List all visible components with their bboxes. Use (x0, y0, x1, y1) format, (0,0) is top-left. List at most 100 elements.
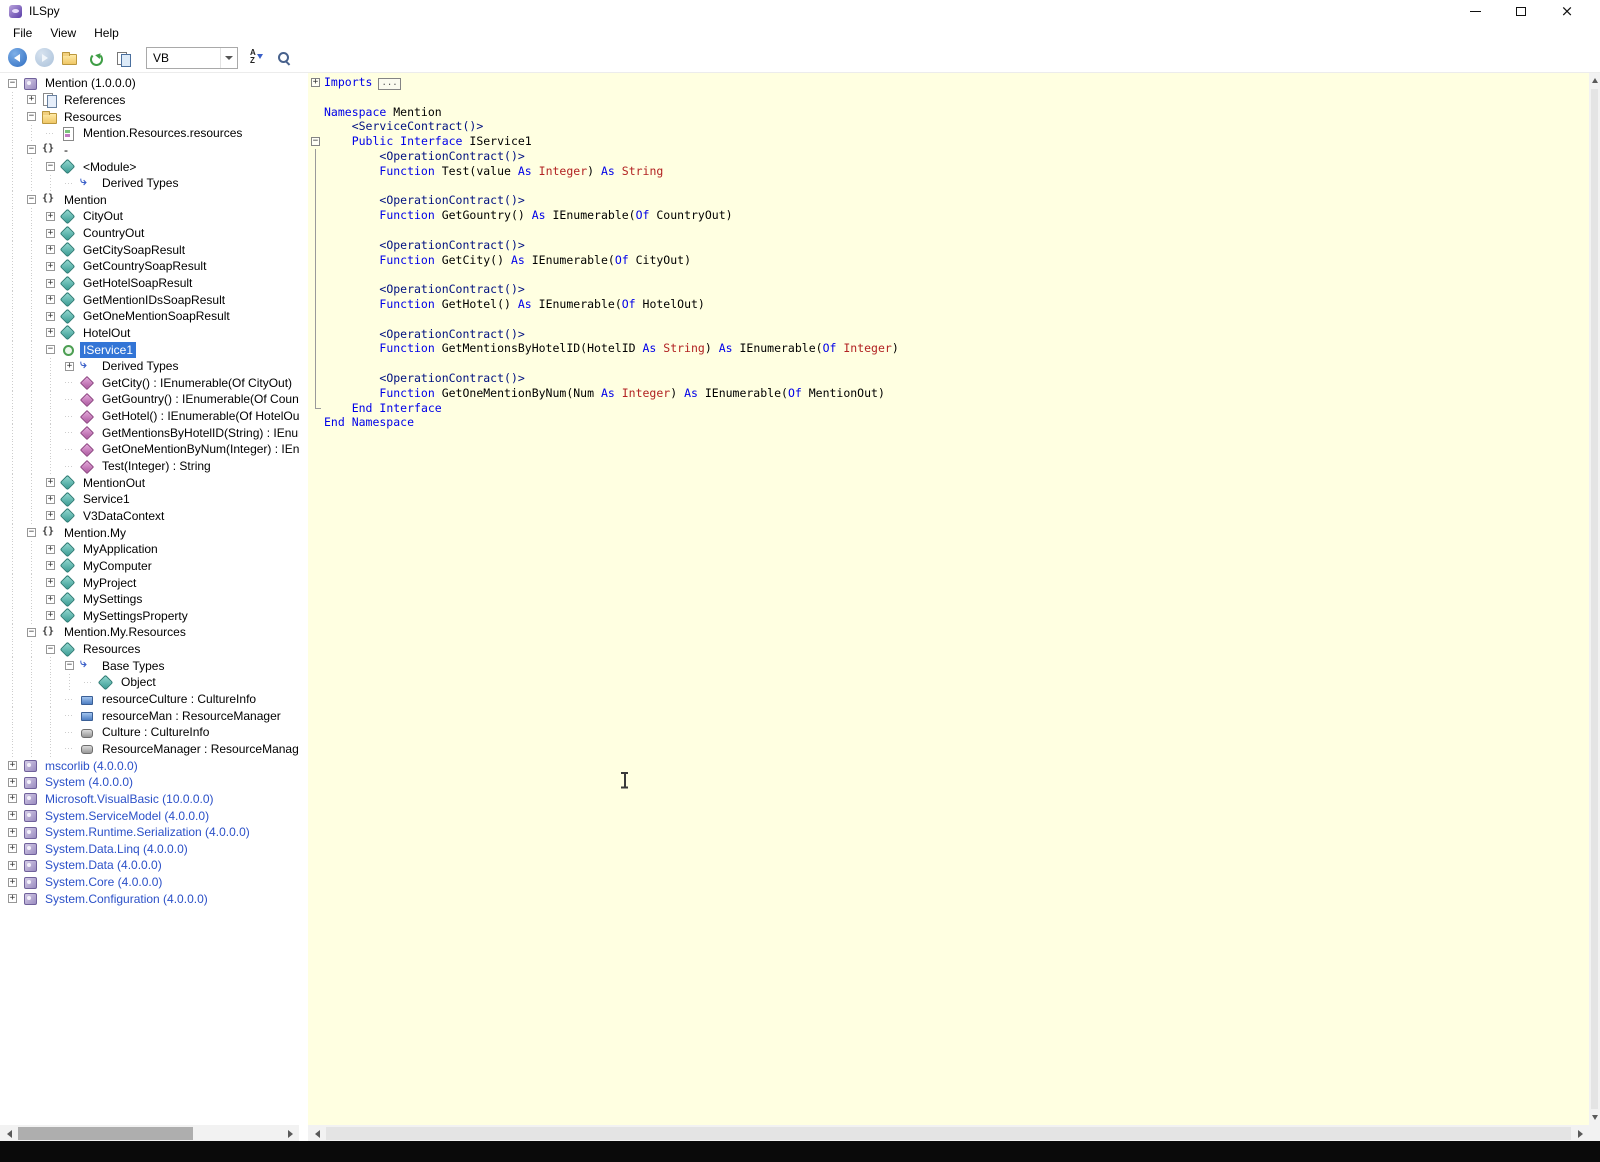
tree-item[interactable]: Object (3, 674, 299, 691)
tree-expander[interactable]: + (22, 92, 41, 109)
tree-item[interactable]: + GetCountrySoapResult (3, 258, 299, 275)
tree-item[interactable]: + GetHotelSoapResult (3, 274, 299, 292)
tree-item[interactable]: − Base Types (3, 657, 299, 675)
tree-item[interactable]: − Mention.My.Resources (3, 624, 299, 641)
expand-icon[interactable]: + (8, 794, 17, 804)
expand-icon[interactable]: + (8, 894, 17, 904)
tree-item[interactable]: − Mention (3, 191, 299, 209)
tree-item[interactable]: GetHotel() : IEnumerable(Of HotelOut) (3, 407, 299, 425)
expand-icon[interactable]: + (46, 278, 55, 288)
tree-expander[interactable]: + (41, 591, 60, 608)
code-scroll-right-button[interactable] (1572, 1125, 1589, 1141)
forward-button[interactable] (32, 46, 56, 70)
expand-icon[interactable]: + (46, 211, 55, 221)
collapse-icon[interactable]: − (46, 345, 55, 355)
tree-expander[interactable]: + (41, 508, 60, 525)
tree-expander[interactable]: + (41, 241, 60, 258)
collapse-icon[interactable]: − (27, 145, 36, 155)
tree-item[interactable]: + MySettings (3, 590, 299, 608)
tree-item[interactable]: Culture : CultureInfo (3, 723, 299, 741)
open-button[interactable] (59, 46, 83, 70)
tree-expander[interactable]: + (3, 807, 22, 824)
tree-expander[interactable]: + (41, 308, 60, 325)
tree-expander[interactable]: + (41, 574, 60, 591)
reload-button[interactable] (86, 46, 110, 70)
tree-expander[interactable]: + (41, 291, 60, 308)
tree-scroll-right-button[interactable] (282, 1125, 299, 1141)
tree-item[interactable]: + MySettingsProperty (3, 607, 299, 625)
expand-icon[interactable]: + (46, 544, 55, 554)
panel-splitter[interactable] (299, 73, 308, 1141)
tree-item[interactable]: + System (4.0.0.0) (3, 774, 299, 791)
collapse-icon[interactable]: − (8, 78, 17, 88)
collapse-region-icon[interactable]: − (311, 136, 320, 146)
collapse-icon[interactable]: − (27, 112, 36, 122)
collapse-icon[interactable]: − (27, 627, 36, 637)
tree-expander[interactable]: − (3, 75, 22, 92)
tree-item[interactable]: − Mention (1.0.0.0) (3, 75, 299, 92)
tree-item[interactable]: − <Module> (3, 158, 299, 175)
tree-scroll-thumb[interactable] (18, 1127, 193, 1140)
code-horizontal-scrollbar[interactable] (308, 1125, 1589, 1141)
back-button[interactable] (5, 46, 29, 70)
tree-expander[interactable]: + (41, 541, 60, 558)
expand-icon[interactable]: + (46, 594, 55, 604)
expand-icon[interactable]: + (8, 761, 17, 771)
tree-expander[interactable]: + (41, 474, 60, 491)
collapsed-region-box[interactable]: ... (378, 78, 401, 90)
expand-icon[interactable]: + (46, 511, 55, 521)
tree-item[interactable]: Test(Integer) : String (3, 457, 299, 475)
expand-icon[interactable]: + (8, 860, 17, 870)
expand-icon[interactable]: + (46, 311, 55, 321)
tree-item[interactable]: + Service1 (3, 491, 299, 508)
expand-icon[interactable]: + (27, 95, 36, 105)
tree-expander[interactable]: − (60, 657, 79, 674)
tree-expander[interactable]: + (3, 857, 22, 874)
tree-expander[interactable]: + (3, 874, 22, 891)
menu-view[interactable]: View (41, 24, 85, 42)
tree-expander[interactable]: + (3, 757, 22, 774)
menu-file[interactable]: File (4, 24, 41, 42)
expand-icon[interactable]: + (65, 361, 74, 371)
expand-icon[interactable]: + (46, 578, 55, 588)
search-button[interactable] (274, 46, 298, 70)
tree-item[interactable]: + Derived Types (3, 357, 299, 375)
tree-item[interactable]: Derived Types (3, 174, 299, 192)
tree-item[interactable]: GetCity() : IEnumerable(Of CityOut) (3, 374, 299, 392)
expand-icon[interactable]: + (46, 494, 55, 504)
tree-item[interactable]: − Resources (3, 640, 299, 658)
tree-scroll-left-button[interactable] (0, 1125, 17, 1141)
expand-icon[interactable]: + (8, 827, 17, 837)
tree-expander[interactable]: + (41, 225, 60, 242)
title-bar[interactable]: ILSpy × (0, 0, 1600, 22)
collapse-icon[interactable]: − (65, 661, 74, 671)
tree-expander[interactable]: − (22, 108, 41, 125)
menu-help[interactable]: Help (85, 24, 128, 42)
tree-item[interactable]: + System.Runtime.Serialization (4.0.0.0) (3, 824, 299, 841)
tree-item[interactable]: + mscorlib (4.0.0.0) (3, 757, 299, 774)
tree-item[interactable]: resourceMan : ResourceManager (3, 707, 299, 724)
tree-item[interactable]: + GetCitySoapResult (3, 241, 299, 259)
expand-icon[interactable]: + (8, 877, 17, 887)
tree-expander[interactable]: − (41, 641, 60, 658)
tree-scroll-track[interactable] (17, 1125, 282, 1141)
expand-icon[interactable]: + (46, 261, 55, 271)
tree-item[interactable]: + MyComputer (3, 557, 299, 575)
tree-item[interactable]: + CityOut (3, 208, 299, 225)
tree-expander[interactable]: − (22, 142, 41, 159)
tree-item[interactable]: + MyApplication (3, 540, 299, 558)
tree-expander[interactable]: + (41, 608, 60, 625)
tree-expander[interactable]: + (41, 208, 60, 225)
expand-icon[interactable]: + (46, 228, 55, 238)
code-scroll-left-button[interactable] (308, 1125, 325, 1141)
collapse-icon[interactable]: − (27, 195, 36, 205)
expand-icon[interactable]: + (46, 328, 55, 338)
tree-expander[interactable]: + (41, 491, 60, 508)
expand-icon[interactable]: + (46, 611, 55, 621)
code-hscroll-thumb[interactable] (326, 1127, 1571, 1140)
expand-icon[interactable]: + (46, 561, 55, 571)
tree-expander[interactable]: − (22, 191, 41, 208)
tree-item[interactable]: + MyProject (3, 574, 299, 591)
tree-item[interactable]: + System.Data (4.0.0.0) (3, 857, 299, 874)
code-hscroll-track[interactable] (325, 1125, 1572, 1141)
